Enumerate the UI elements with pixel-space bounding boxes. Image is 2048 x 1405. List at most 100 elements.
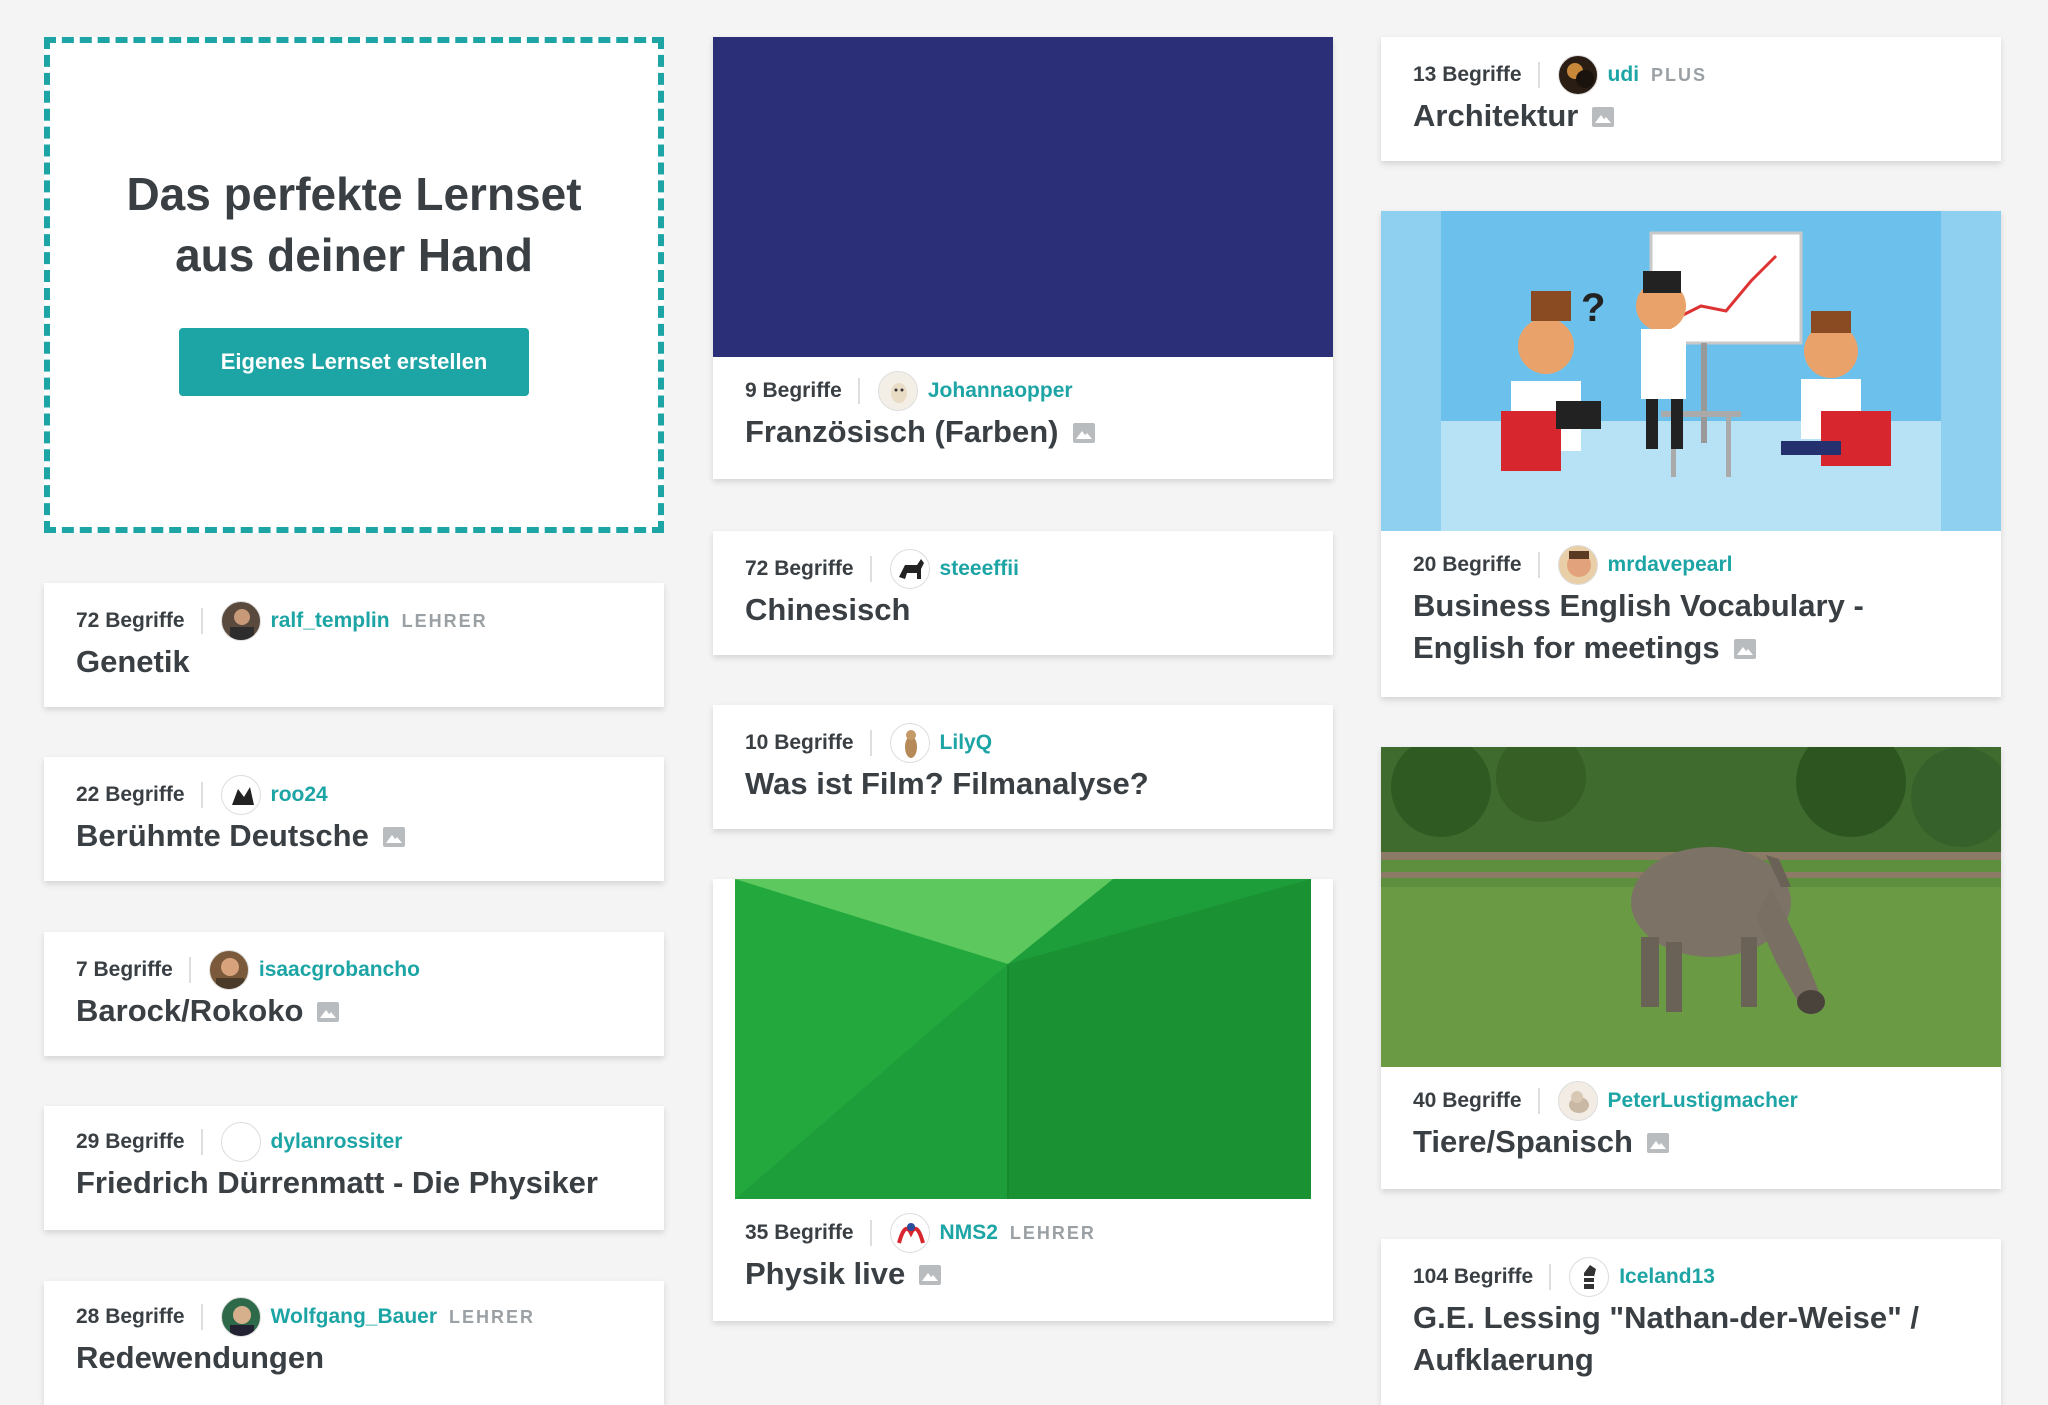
teacher-badge: LEHRER — [401, 610, 488, 631]
card-meta: 13 Begriffe udi PLUS — [1413, 55, 1969, 95]
set-card-physiker[interactable]: 29 Begriffe dylanrossiter Friedrich Dürr… — [44, 1106, 664, 1230]
set-thumbnail[interactable] — [713, 37, 1333, 357]
author-link[interactable]: LilyQ — [940, 731, 993, 755]
set-thumbnail[interactable] — [1381, 747, 2001, 1067]
author-link[interactable]: udi — [1608, 63, 1640, 87]
card-meta: 9 Begriffe Johannaopper — [745, 371, 1301, 411]
term-count: 104 Begriffe — [1413, 1265, 1534, 1288]
card-meta: 104 Begriffe Iceland13 — [1413, 1257, 1969, 1297]
set-card-tiere-spanisch[interactable]: 40 Begriffe PeterLustigmacher Tiere/Span… — [1381, 747, 2001, 1189]
set-title[interactable]: G.E. Lessing "Nathan-der-Weise" / Aufkla… — [1413, 1297, 1969, 1381]
zebra-avatar-icon — [1569, 1257, 1610, 1297]
animal-silhouette-icon — [220, 775, 261, 815]
set-card-barock[interactable]: 7 Begriffe isaacgrobancho Barock/Rokoko — [44, 932, 664, 1056]
divider — [1537, 552, 1540, 578]
term-count: 22 Begriffe — [76, 783, 185, 806]
empty-avatar-icon — [220, 1122, 261, 1162]
set-title-text: Französisch (Farben) — [745, 414, 1059, 449]
author-link[interactable]: Johannaopper — [928, 379, 1073, 403]
set-card-chinesisch[interactable]: 72 Begriffe steeeffii Chinesisch — [713, 531, 1333, 655]
image-icon — [1072, 423, 1095, 443]
set-title-text: Barock/Rokoko — [76, 993, 304, 1028]
donkey-photo — [1381, 747, 2001, 1067]
author-link[interactable]: isaacgrobancho — [259, 958, 420, 982]
author-link[interactable]: ralf_templin — [271, 609, 390, 633]
set-card-redewendungen[interactable]: 28 Begriffe Wolfgang_Bauer LEHRER Redewe… — [44, 1281, 664, 1405]
set-title[interactable]: Business English Vocabulary - English fo… — [1413, 585, 1969, 669]
divider — [869, 556, 872, 582]
card-meta: 20 Begriffe mrdavepearl — [1413, 545, 1969, 585]
term-count: 7 Begriffe — [76, 958, 173, 981]
set-title-text: Redewendungen — [76, 1340, 325, 1375]
author-link[interactable]: NMS2 — [940, 1221, 998, 1245]
set-title[interactable]: Französisch (Farben) — [745, 411, 1301, 453]
set-card-filmanalyse[interactable]: 10 Begriffe LilyQ Was ist Film? Filmanal… — [713, 705, 1333, 829]
person-photo-icon — [208, 950, 249, 990]
set-title[interactable]: Barock/Rokoko — [76, 990, 632, 1032]
author-link[interactable]: roo24 — [271, 783, 328, 807]
set-title[interactable]: Was ist Film? Filmanalyse? — [745, 763, 1301, 805]
card-meta: 22 Begriffe roo24 — [76, 775, 632, 815]
author-link[interactable]: PeterLustigmacher — [1608, 1089, 1798, 1113]
card-meta: 72 Begriffe ralf_templin LEHRER — [76, 601, 632, 641]
divider — [869, 730, 872, 756]
author-link[interactable]: dylanrossiter — [271, 1130, 403, 1154]
meerkat-avatar-icon — [889, 723, 930, 763]
author-link[interactable]: steeeffii — [940, 557, 1019, 581]
term-count: 9 Begriffe — [745, 379, 842, 402]
set-title[interactable]: Genetik — [76, 641, 632, 683]
set-title[interactable]: Friedrich Dürrenmatt - Die Physiker — [76, 1162, 632, 1204]
set-thumbnail[interactable] — [713, 879, 1333, 1199]
logo-avatar-icon — [889, 1213, 930, 1253]
set-title[interactable]: Architektur — [1413, 95, 1969, 137]
set-card-architektur[interactable]: 13 Begriffe udi PLUS Architektur — [1381, 37, 2001, 161]
set-title-text: Friedrich Dürrenmatt - Die Physiker — [76, 1165, 598, 1200]
dog-avatar-icon — [877, 371, 918, 411]
set-title[interactable]: Berühmte Deutsche — [76, 815, 632, 857]
divider — [1549, 1264, 1552, 1290]
set-title-text: Genetik — [76, 644, 190, 679]
card-meta: 35 Begriffe NMS2 LEHRER — [745, 1213, 1301, 1253]
author-link[interactable]: Wolfgang_Bauer — [271, 1305, 437, 1329]
set-title[interactable]: Chinesisch — [745, 589, 1301, 631]
image-icon — [1592, 107, 1615, 127]
set-title-text: Architektur — [1413, 98, 1579, 133]
set-card-beruehmte-deutsche[interactable]: 22 Begriffe roo24 Berühmte Deutsche — [44, 757, 664, 881]
set-card-genetik[interactable]: 72 Begriffe ralf_templin LEHRER Genetik — [44, 583, 664, 707]
term-count: 72 Begriffe — [76, 609, 185, 632]
divider — [1537, 1088, 1540, 1114]
set-card-business-english[interactable]: ? 20 Begriffe mrdavepearl Business Engli… — [1381, 211, 2001, 697]
set-card-lessing[interactable]: 104 Begriffe Iceland13 G.E. Lessing "Nat… — [1381, 1239, 2001, 1405]
create-set-button[interactable]: Eigenes Lernset erstellen — [179, 328, 529, 396]
teacher-badge: LEHRER — [1009, 1222, 1096, 1243]
image-icon — [317, 1002, 340, 1022]
image-icon — [1646, 1133, 1669, 1153]
author-link[interactable]: mrdavepearl — [1608, 553, 1733, 577]
set-title[interactable]: Physik live — [745, 1253, 1301, 1295]
set-title-text: G.E. Lessing "Nathan-der-Weise" / Aufkla… — [1413, 1300, 1919, 1377]
set-thumbnail[interactable]: ? — [1381, 211, 2001, 531]
card-meta: 10 Begriffe LilyQ — [745, 723, 1301, 763]
promo-title: Das perfekte Lernset aus deiner Hand — [126, 168, 582, 281]
set-card-physik-live[interactable]: 35 Begriffe NMS2 LEHRER Physik live — [713, 879, 1333, 1321]
author-link[interactable]: Iceland13 — [1619, 1265, 1715, 1289]
set-card-franzoesisch-farben[interactable]: 9 Begriffe Johannaopper Französisch (Far… — [713, 37, 1333, 479]
man-portrait-icon — [220, 601, 261, 641]
set-title-text: Tiere/Spanisch — [1413, 1124, 1633, 1159]
set-title[interactable]: Tiere/Spanisch — [1413, 1121, 1969, 1163]
card-meta: 28 Begriffe Wolfgang_Bauer LEHRER — [76, 1297, 632, 1337]
term-count: 13 Begriffe — [1413, 63, 1522, 86]
globe-avatar-icon — [220, 1297, 261, 1337]
divider — [1537, 62, 1540, 88]
create-set-promo: Das perfekte Lernset aus deiner Hand Eig… — [44, 37, 664, 533]
cat-avatar-icon — [1557, 1081, 1598, 1121]
set-title[interactable]: Redewendungen — [76, 1337, 632, 1379]
term-count: 10 Begriffe — [745, 731, 854, 754]
divider — [200, 782, 203, 808]
set-title-text: Berühmte Deutsche — [76, 818, 369, 853]
term-count: 72 Begriffe — [745, 557, 854, 580]
card-meta: 7 Begriffe isaacgrobancho — [76, 950, 632, 990]
term-count: 35 Begriffe — [745, 1221, 854, 1244]
dog-silhouette-icon — [889, 549, 930, 589]
term-count: 40 Begriffe — [1413, 1089, 1522, 1112]
